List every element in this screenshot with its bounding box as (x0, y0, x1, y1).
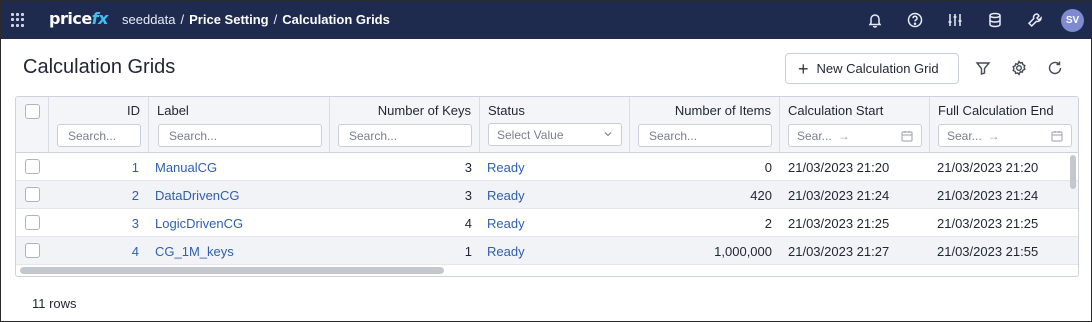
table-row[interactable]: 1 ManualCG 3 Ready 0 21/03/2023 21:20 21… (16, 153, 1078, 181)
calculation-start-date-filter[interactable]: Sear... → (788, 124, 922, 147)
column-title-status: Status (488, 103, 525, 118)
column-title-number-of-keys: Number of Keys (377, 103, 471, 118)
cell-number-of-keys: 1 (464, 244, 472, 259)
table-header: ID Label Number of Keys Status Select Va… (16, 97, 1078, 153)
column-header-status[interactable]: Status Select Value (480, 97, 630, 152)
row-count: 11 rows (32, 296, 77, 311)
table-row[interactable]: 4 CG_1M_keys 1 Ready 1,000,000 21/03/202… (16, 237, 1078, 265)
plus-icon: + (798, 58, 809, 79)
help-icon[interactable] (906, 11, 924, 29)
user-avatar[interactable]: SV (1061, 9, 1084, 32)
row-checkbox[interactable] (25, 215, 40, 230)
cell-number-of-items: 0 (764, 160, 772, 175)
row-checkbox[interactable] (25, 243, 40, 258)
breadcrumb-item-partition[interactable]: seeddata (122, 12, 176, 27)
row-checkbox[interactable] (25, 187, 40, 202)
column-title-id: ID (127, 103, 140, 118)
cell-status[interactable]: Ready (487, 244, 525, 259)
cell-calculation-start: 21/03/2023 21:24 (788, 188, 890, 203)
column-header-number-of-items[interactable]: Number of Items (630, 97, 780, 152)
cell-id[interactable]: 1 (132, 160, 139, 175)
bell-icon[interactable] (866, 11, 884, 29)
column-title-calculation-start: Calculation Start (788, 103, 884, 118)
full-calculation-end-date-filter[interactable]: Sear... → (938, 124, 1072, 147)
new-calculation-grid-button[interactable]: + New Calculation Grid (785, 53, 959, 84)
calculation-grids-table: ID Label Number of Keys Status Select Va… (15, 96, 1079, 277)
breadcrumb-item-current: Calculation Grids (282, 12, 390, 27)
arrow-right-icon: → (987, 129, 1000, 143)
cell-full-calculation-end: 21/03/2023 21:55 (937, 244, 1039, 259)
arrow-right-icon: → (837, 129, 850, 143)
number-of-items-filter-input[interactable] (638, 124, 772, 147)
filter-icon[interactable] (974, 59, 992, 77)
column-header-label[interactable]: Label (149, 97, 330, 152)
wrench-icon[interactable] (1026, 11, 1044, 29)
pricefx-logo[interactable]: pricefx (49, 9, 108, 31)
cell-number-of-keys: 3 (464, 188, 472, 203)
settings-icon[interactable] (1010, 59, 1028, 77)
new-calculation-grid-label: New Calculation Grid (816, 61, 939, 76)
table-row[interactable]: 3 LogicDrivenCG 4 Ready 2 21/03/2023 21:… (16, 209, 1078, 237)
column-title-number-of-items: Number of Items (674, 103, 771, 118)
breadcrumb: seeddata / Price Setting / Calculation Grids (122, 12, 390, 27)
column-header-id[interactable]: ID (49, 97, 149, 152)
calendar-icon (901, 131, 913, 142)
chevron-down-icon (604, 132, 612, 137)
date-filter-placeholder: Sear... (797, 129, 832, 143)
number-of-keys-filter-input[interactable] (338, 124, 472, 147)
cell-label[interactable]: ManualCG (155, 160, 217, 175)
column-title-label: Label (157, 103, 189, 118)
cell-number-of-items: 1,000,000 (714, 244, 772, 259)
select-all-checkbox[interactable] (25, 104, 40, 119)
calendar-icon (1051, 131, 1063, 142)
cell-status[interactable]: Ready (487, 160, 525, 175)
breadcrumb-separator: / (180, 12, 185, 27)
database-icon[interactable] (986, 11, 1004, 29)
table-row[interactable]: 2 DataDrivenCG 3 Ready 420 21/03/2023 21… (16, 181, 1078, 209)
column-header-full-calculation-end[interactable]: Full Calculation End Sear... → (930, 97, 1078, 152)
cell-number-of-items: 2 (764, 216, 772, 231)
vertical-scrollbar[interactable] (1070, 155, 1076, 189)
cell-full-calculation-end: 21/03/2023 21:25 (937, 216, 1039, 231)
cell-number-of-keys: 3 (464, 160, 472, 175)
cell-number-of-items: 420 (750, 188, 772, 203)
status-filter-value: Select Value (497, 128, 564, 142)
page-title: Calculation Grids (23, 56, 176, 78)
date-filter-placeholder: Sear... (947, 129, 982, 143)
id-filter-input[interactable] (57, 124, 141, 147)
cell-status[interactable]: Ready (487, 188, 525, 203)
cell-full-calculation-end: 21/03/2023 21:20 (937, 160, 1039, 175)
cell-label[interactable]: DataDrivenCG (155, 188, 240, 203)
cell-calculation-start: 21/03/2023 21:27 (788, 244, 890, 259)
cell-id[interactable]: 2 (132, 188, 139, 203)
sliders-icon[interactable] (946, 11, 964, 29)
cell-calculation-start: 21/03/2023 21:20 (788, 160, 890, 175)
column-header-calculation-start[interactable]: Calculation Start Sear... → (780, 97, 930, 152)
cell-full-calculation-end: 21/03/2023 21:24 (937, 188, 1039, 203)
horizontal-scrollbar[interactable] (20, 267, 444, 274)
cell-label[interactable]: LogicDrivenCG (155, 216, 243, 231)
app-window: pricefx seeddata / Price Setting / Calculati… (0, 0, 1092, 322)
breadcrumb-separator: / (273, 12, 278, 27)
select-column-header (16, 97, 49, 152)
top-bar: pricefx seeddata / Price Setting / Calculati… (1, 1, 1091, 39)
cell-id[interactable]: 3 (132, 216, 139, 231)
column-header-number-of-keys[interactable]: Number of Keys (330, 97, 480, 152)
cell-calculation-start: 21/03/2023 21:25 (788, 216, 890, 231)
refresh-icon[interactable] (1046, 59, 1064, 77)
cell-label[interactable]: CG_1M_keys (155, 244, 234, 259)
breadcrumb-item-price-setting[interactable]: Price Setting (189, 12, 268, 27)
cell-id[interactable]: 4 (132, 244, 139, 259)
cell-number-of-keys: 4 (464, 216, 472, 231)
column-title-full-calculation-end: Full Calculation End (938, 103, 1054, 118)
row-checkbox[interactable] (25, 159, 40, 174)
cell-status[interactable]: Ready (487, 216, 525, 231)
apps-grid-icon[interactable] (11, 13, 25, 27)
label-filter-input[interactable] (158, 124, 322, 147)
status-filter-select[interactable]: Select Value (488, 123, 622, 146)
